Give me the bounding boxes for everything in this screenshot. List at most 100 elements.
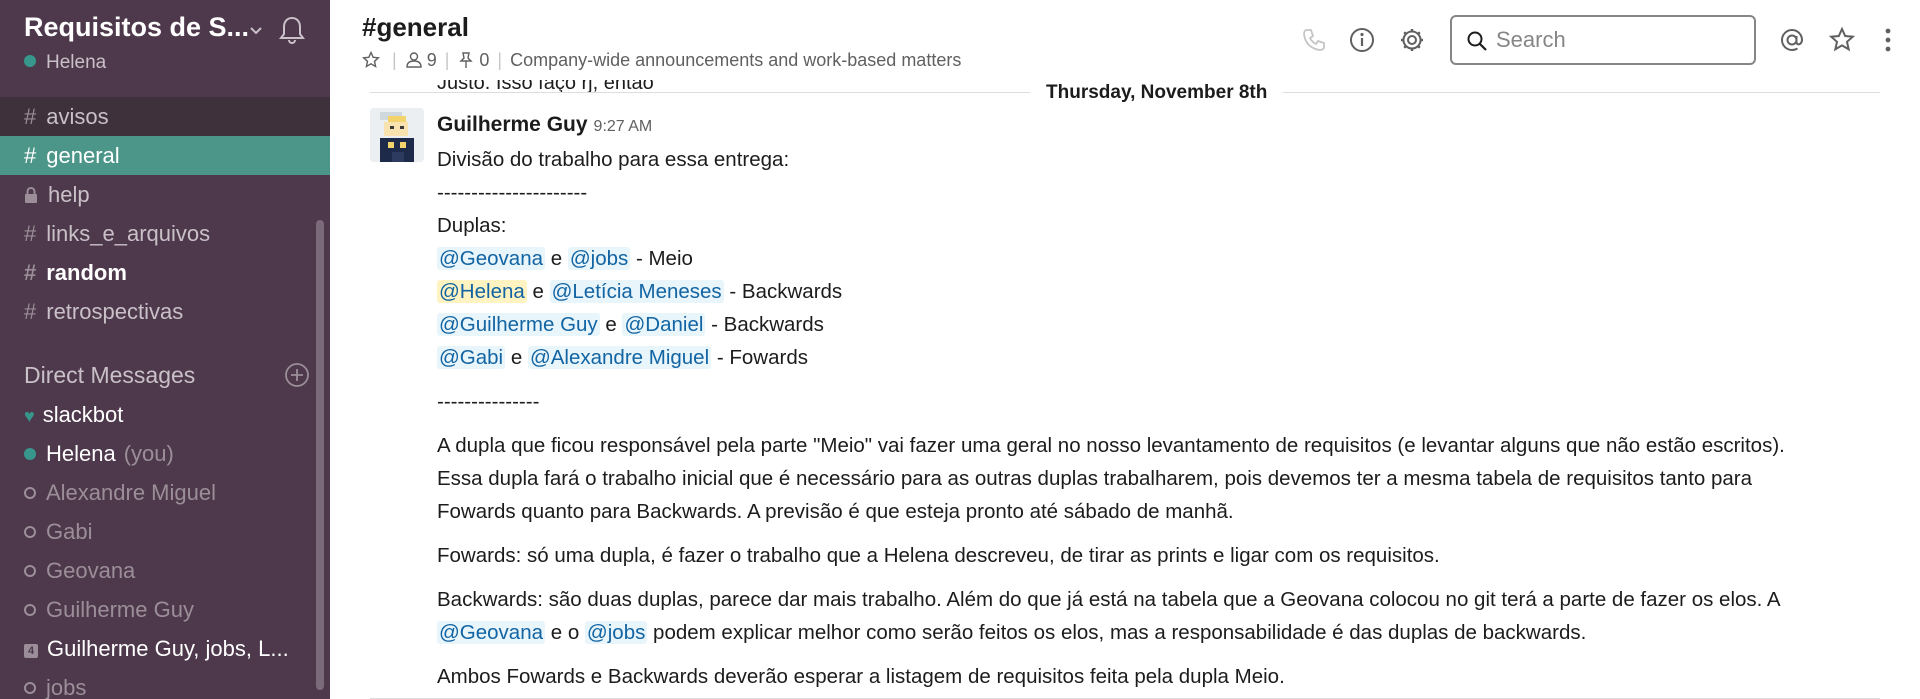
mention-link[interactable]: @jobs: [567, 247, 631, 270]
divider: |: [497, 50, 503, 70]
presence-active-icon: [24, 448, 36, 460]
hash-icon: #: [24, 143, 37, 168]
mention-link[interactable]: @Daniel: [622, 313, 706, 336]
gear-icon[interactable]: [1398, 26, 1426, 54]
heart-icon: ♥: [24, 406, 35, 426]
message-author[interactable]: Guilherme Guy: [437, 113, 588, 136]
channel-label: general: [46, 143, 120, 168]
message-paragraph: Backwards: são duas duplas, parece dar m…: [437, 583, 1877, 649]
message-line: ---------------: [437, 390, 540, 413]
message-pane[interactable]: Justo. Isso faço rj, então Thursday, Nov…: [330, 80, 1920, 699]
dm-item-gabi[interactable]: Gabi: [0, 512, 318, 551]
info-icon[interactable]: [1348, 26, 1376, 54]
message-timestamp[interactable]: 9:27 AM: [594, 118, 653, 135]
search-field[interactable]: [1450, 15, 1756, 65]
channel-header: #general | 9 | 0 | Company-wide announcements…: [330, 0, 1920, 80]
at-mention-icon[interactable]: [1778, 26, 1806, 54]
presence-away-icon: [24, 487, 36, 499]
bell-icon[interactable]: [276, 14, 308, 46]
message-line: A dupla que ficou responsável pela parte…: [437, 434, 1785, 457]
message-line: @Geovana e o @jobs podem explicar melhor…: [437, 616, 1877, 649]
pin-count[interactable]: 0: [479, 50, 489, 70]
channel-label: links_e_arquivos: [46, 221, 211, 246]
mention-link[interactable]: @Alexandre Miguel: [527, 346, 712, 369]
pair-role: - Fowards: [716, 346, 808, 369]
channel-topic[interactable]: Company-wide announcements and work-base…: [510, 50, 961, 70]
avatar[interactable]: [370, 108, 424, 162]
sidebar-channel-avisos[interactable]: # avisos: [0, 97, 330, 136]
sidebar-channel-retrospectivas[interactable]: # retrospectivas: [0, 292, 330, 331]
phone-icon[interactable]: [1300, 26, 1328, 54]
channel-title[interactable]: #general: [362, 12, 469, 43]
dm-label: jobs: [46, 675, 87, 699]
presence-active-icon: [24, 55, 36, 67]
mention-link[interactable]: @Letícia Meneses: [549, 280, 724, 303]
member-icon[interactable]: [405, 51, 423, 69]
dm-label: Alexandre Miguel: [46, 480, 216, 505]
dm-item-alexandre-miguel[interactable]: Alexandre Miguel: [0, 473, 318, 512]
conjunction: e: [532, 280, 544, 303]
dm-item-geovana[interactable]: Geovana: [0, 551, 318, 590]
pair-line: @Gabi e @Alexandre Miguel - Fowards: [437, 341, 1877, 374]
message-text: e o: [550, 621, 580, 644]
add-dm-icon[interactable]: [284, 362, 310, 388]
dm-label: Gabi: [46, 519, 93, 544]
mention-link[interactable]: @Geovana: [437, 247, 546, 270]
pair-role: - Backwards: [711, 313, 824, 336]
sidebar-scrollbar[interactable]: [316, 220, 324, 690]
message-paragraph: Fowards: só uma dupla, é fazer o trabalh…: [437, 544, 1440, 567]
mention-link[interactable]: @Geovana: [437, 621, 546, 644]
lock-icon: [25, 187, 37, 203]
dm-item-jobs[interactable]: jobs: [0, 668, 318, 699]
presence-away-icon: [24, 526, 36, 538]
mention-link[interactable]: @Gabi: [437, 346, 506, 369]
dm-item-slackbot[interactable]: ♥ slackbot: [0, 395, 318, 434]
current-user[interactable]: Helena: [24, 52, 106, 74]
dm-label: slackbot: [42, 402, 124, 427]
workspace-name[interactable]: Requisitos de S...: [24, 12, 249, 43]
pair-role: - Backwards: [729, 280, 843, 303]
channel-meta: | 9 | 0 | Company-wide announcements and work…: [362, 50, 961, 71]
presence-away-icon: [24, 682, 36, 694]
hash-icon: #: [24, 260, 37, 285]
dm-section-title[interactable]: Direct Messages: [24, 362, 195, 389]
workspace-header[interactable]: Requisitos de S... Helena: [24, 12, 314, 74]
pair-line: @Helena e @Letícia Meneses - Backwards: [437, 275, 1877, 308]
message-line: Backwards: são duas duplas, parece dar m…: [437, 588, 1781, 611]
presence-away-icon: [24, 604, 36, 616]
pin-icon[interactable]: [457, 51, 475, 69]
dm-item-group[interactable]: 4 Guilherme Guy, jobs, L...: [0, 629, 318, 668]
pair-line: @Geovana e @jobs - Meio: [437, 242, 1877, 275]
message-line: Duplas:: [437, 214, 507, 237]
sidebar-channel-help[interactable]: help: [0, 175, 330, 214]
conjunction: e: [510, 346, 523, 369]
search-input[interactable]: [1496, 25, 1746, 55]
channel-list: # avisos # general help # links_e_arquivos …: [0, 97, 330, 331]
chevron-down-icon[interactable]: [246, 20, 266, 40]
sidebar-channel-links[interactable]: # links_e_arquivos: [0, 214, 330, 253]
hash-icon: #: [24, 299, 37, 324]
sidebar-channel-random[interactable]: # random: [0, 253, 330, 292]
mention-link[interactable]: @jobs: [584, 621, 648, 644]
pair-role: - Meio: [635, 247, 693, 270]
avatar-image: [370, 108, 424, 162]
search-icon: [1467, 31, 1487, 51]
hash-icon: #: [24, 104, 37, 129]
self-mention-link[interactable]: @Helena: [437, 280, 527, 303]
dm-label: Guilherme Guy: [46, 597, 194, 622]
star-icon[interactable]: [1828, 26, 1856, 54]
dm-item-guilherme-guy[interactable]: Guilherme Guy: [0, 590, 318, 629]
mention-link[interactable]: @Guilherme Guy: [437, 313, 600, 336]
day-divider-label: Thursday, November 8th: [1030, 82, 1284, 104]
message-line: Divisão do trabalho para essa entrega:: [437, 148, 790, 171]
member-count[interactable]: 9: [427, 50, 437, 70]
more-vertical-icon[interactable]: [1874, 26, 1902, 54]
channel-label: help: [48, 182, 90, 207]
you-label: (you): [123, 441, 174, 466]
divider: |: [444, 50, 450, 70]
sidebar-channel-general[interactable]: # general: [0, 136, 330, 175]
dm-item-helena[interactable]: Helena (you): [0, 434, 318, 473]
presence-away-icon: [24, 565, 36, 577]
star-icon[interactable]: [362, 51, 380, 69]
hash-icon: #: [24, 221, 37, 246]
